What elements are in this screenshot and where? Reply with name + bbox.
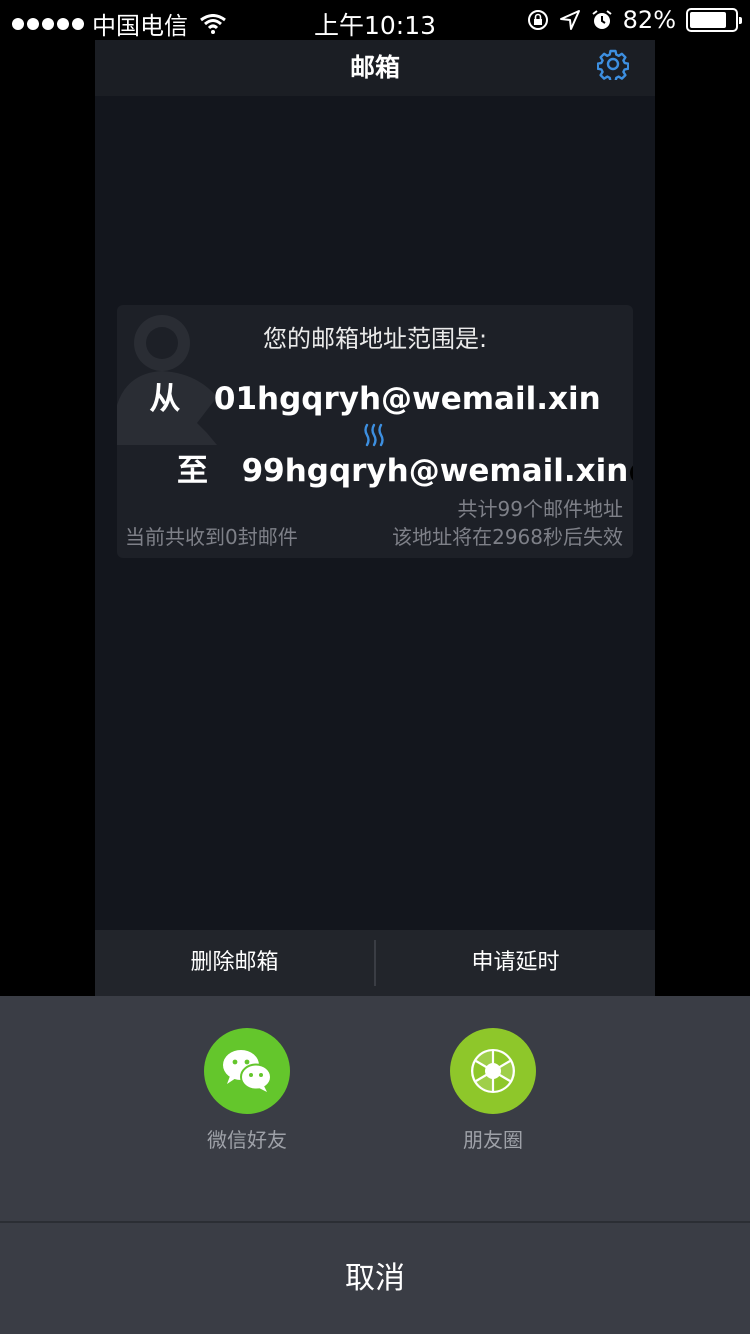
status-right: 82% <box>527 6 742 34</box>
page-title: 邮箱 <box>349 53 400 82</box>
expire-countdown: 该地址将在2968秒后失效 <box>392 525 623 549</box>
share-label-moments: 朋友圈 <box>463 1128 523 1152</box>
nav-bar: 邮箱 <box>95 40 655 96</box>
action-bar: 删除邮箱 申请延时 <box>95 930 655 996</box>
total-addresses: 共计99个邮件地址 <box>457 497 623 521</box>
mailbox-screen: 邮箱 您的邮箱地址范围是: 从 01hgqryh@wemail.xin 至 99… <box>95 40 655 996</box>
share-sheet: 微信好友 朋友圈 取消 <box>0 996 750 1334</box>
battery-percent: 82% <box>622 6 676 34</box>
to-label: 至 <box>177 453 208 489</box>
share-label-wechat: 微信好友 <box>207 1128 287 1152</box>
from-address: 01hgqryh@wemail.xin <box>213 381 601 417</box>
moments-icon[interactable] <box>450 1028 536 1114</box>
location-arrow-icon <box>559 10 580 30</box>
battery-icon <box>686 8 742 32</box>
received-count: 当前共收到0封邮件 <box>125 525 298 549</box>
delete-mailbox-button[interactable]: 删除邮箱 <box>95 930 374 996</box>
wechat-icon[interactable] <box>204 1028 290 1114</box>
status-bar: 中国电信 上午10:13 82% <box>0 0 750 40</box>
from-address-line: 从 01hgqryh@wemail.xin <box>117 373 633 418</box>
to-address-line: 至 99hgqryh@wemail.xin? <box>177 445 633 490</box>
extend-time-button[interactable]: 申请延时 <box>376 930 655 996</box>
rotation-lock-icon <box>527 10 548 30</box>
from-label: 从 <box>149 381 181 417</box>
share-moments[interactable]: 朋友圈 <box>428 1028 558 1153</box>
to-address: 99hgqryh@wemail.xin <box>241 453 629 489</box>
share-wechat-friends[interactable]: 微信好友 <box>182 1028 312 1153</box>
wave-icon <box>364 423 384 447</box>
cancel-button[interactable]: 取消 <box>0 1223 750 1334</box>
card-title: 您的邮箱地址范围是: <box>262 325 488 353</box>
gear-icon[interactable] <box>597 48 629 80</box>
address-range-card: 您的邮箱地址范围是: 从 01hgqryh@wemail.xin 至 99hgq… <box>117 305 633 558</box>
battery-fill <box>690 12 727 28</box>
help-icon[interactable]: ? <box>630 461 633 484</box>
alarm-icon <box>592 10 612 29</box>
